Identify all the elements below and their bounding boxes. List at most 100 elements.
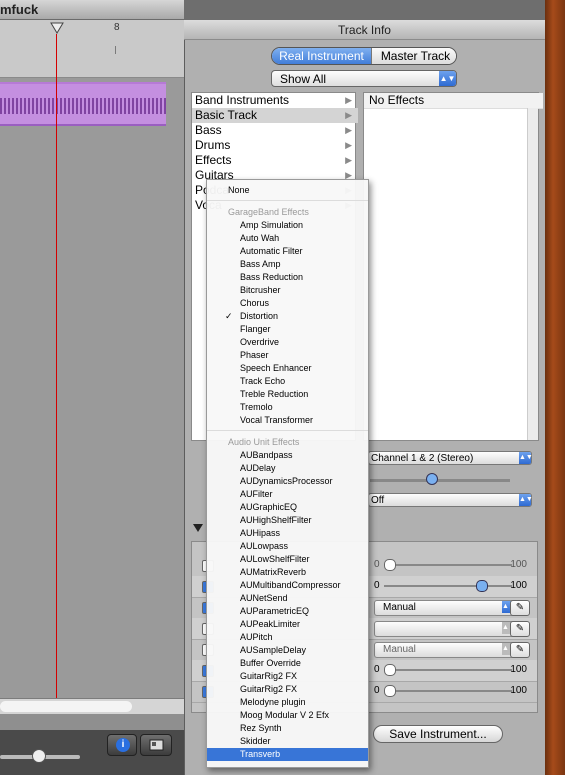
category-label: Basic Track (195, 108, 258, 122)
slider-knob[interactable] (476, 580, 489, 592)
menu-item-label: AUDelay (240, 463, 276, 473)
volume-knob[interactable] (32, 749, 46, 763)
menu-item[interactable]: Tremolo (207, 401, 368, 414)
category-item[interactable]: Effects ▶ (192, 153, 358, 168)
menu-item[interactable]: Automatic Filter (207, 245, 368, 258)
menu-item[interactable]: Buffer Override (207, 657, 368, 670)
menu-section-header: GarageBand Effects (207, 206, 368, 219)
volume-input-slider[interactable] (370, 479, 510, 482)
menu-item[interactable]: Melodyne plugin (207, 696, 368, 709)
slider-min-label: 0 (374, 685, 380, 696)
menu-item[interactable]: Flanger (207, 323, 368, 336)
menu-item[interactable]: Bass Amp (207, 258, 368, 271)
menu-item[interactable]: Bitcrusher (207, 284, 368, 297)
menu-item-label: AUSampleDelay (240, 645, 307, 655)
menu-item[interactable]: AULowpass (207, 540, 368, 553)
menu-item[interactable]: Track Echo (207, 375, 368, 388)
menu-item-label: Track Echo (240, 376, 286, 386)
scrollbar-thumb[interactable] (0, 701, 132, 712)
track-type-toggle[interactable]: Real Instrument Master Track (271, 47, 457, 65)
menu-item[interactable]: Chorus (207, 297, 368, 310)
menu-item[interactable]: Vocal Transformer (207, 414, 368, 427)
menu-item[interactable]: AUMultibandCompressor (207, 579, 368, 592)
menu-item[interactable]: Transverb (207, 748, 368, 761)
category-item[interactable]: Basic Track ▶ (192, 108, 358, 123)
panel-title: Track Info (184, 20, 545, 40)
preset-select[interactable]: Manual ▲▼ (374, 642, 516, 658)
timeline-ruler[interactable]: 8 (0, 20, 184, 78)
filter-select[interactable]: Show All ▲▼ (271, 70, 457, 87)
menu-item[interactable]: Bass Reduction (207, 271, 368, 284)
horizontal-scrollbar[interactable] (0, 698, 184, 714)
effect-slider[interactable] (384, 669, 512, 671)
preset-select[interactable]: ▲▼ (374, 621, 516, 637)
slider-knob[interactable] (384, 685, 396, 697)
category-item[interactable]: Drums ▶ (192, 138, 358, 153)
media-browser-button[interactable] (140, 734, 172, 756)
tab-master-track[interactable]: Master Track (371, 48, 456, 64)
menu-item[interactable]: AUSampleDelay (207, 644, 368, 657)
effects-popup-menu: None GarageBand Effects Amp Simulation Auto… (206, 179, 369, 768)
menu-item[interactable]: Speech Enhancer (207, 362, 368, 375)
menu-item[interactable]: Skidder (207, 735, 368, 748)
menu-item-label: Tremolo (240, 402, 273, 412)
audio-region[interactable] (0, 82, 166, 126)
menu-item-label: Distortion (240, 311, 279, 321)
menu-item[interactable]: Auto Wah (207, 232, 368, 245)
menu-item-label: AUMultibandCompressor (240, 580, 341, 590)
menu-item-none-label: None (228, 185, 250, 195)
menu-item[interactable]: Moog Modular V 2 Efx (207, 709, 368, 722)
category-item[interactable]: Band Instruments ▶ (192, 93, 358, 108)
category-item[interactable]: Bass ▶ (192, 123, 358, 138)
window-titlebar: mfuck (0, 0, 184, 20)
pencil-icon[interactable]: ✎ (510, 621, 530, 637)
menu-item[interactable]: AUPeakLimiter (207, 618, 368, 631)
menu-item[interactable]: AUDelay (207, 462, 368, 475)
input-source-value: Channel 1 & 2 (Stereo) (371, 453, 474, 464)
monitor-select[interactable]: Off ▲▼ (368, 493, 533, 507)
menu-item[interactable]: AUNetSend (207, 592, 368, 605)
track-info-button[interactable]: i (107, 734, 137, 756)
effect-slider[interactable] (384, 690, 512, 692)
menu-item-label: GuitarRig2 FX (240, 684, 298, 694)
playhead-handle-icon[interactable] (50, 22, 64, 34)
menu-item[interactable]: AULowShelfFilter (207, 553, 368, 566)
menu-item[interactable]: Overdrive (207, 336, 368, 349)
menu-item[interactable]: AUDynamicsProcessor (207, 475, 368, 488)
menu-item[interactable]: AUGraphicEQ (207, 501, 368, 514)
menu-item[interactable]: Distortion ✓ (207, 310, 368, 323)
menu-item[interactable]: AUHighShelfFilter (207, 514, 368, 527)
menu-item[interactable]: AUHipass (207, 527, 368, 540)
track-lane[interactable] (0, 78, 184, 698)
menu-item[interactable]: AUParametricEQ (207, 605, 368, 618)
pencil-icon[interactable]: ✎ (510, 642, 530, 658)
menu-section-header-label: GarageBand Effects (228, 207, 309, 217)
preset-select[interactable]: Manual ▲▼ (374, 600, 516, 616)
menu-item[interactable]: GuitarRig2 FX (207, 670, 368, 683)
volume-input-knob[interactable] (426, 473, 438, 485)
list-scrollbar[interactable] (527, 108, 538, 440)
menu-item[interactable]: AUPitch (207, 631, 368, 644)
menu-item[interactable]: Treble Reduction (207, 388, 368, 401)
instrument-list[interactable]: No Effects (363, 92, 543, 441)
slider-knob[interactable] (384, 664, 396, 676)
instrument-list-item[interactable]: No Effects (364, 93, 543, 109)
menu-item[interactable]: AUFilter (207, 488, 368, 501)
effect-slider[interactable] (384, 564, 512, 566)
menu-item[interactable]: Amp Simulation (207, 219, 368, 232)
playhead[interactable] (56, 34, 57, 698)
menu-item[interactable]: AUBandpass (207, 449, 368, 462)
menu-item-none[interactable]: None (207, 184, 368, 197)
chevron-right-icon: ▶ (345, 110, 352, 120)
menu-item[interactable]: Rez Synth (207, 722, 368, 735)
pencil-icon[interactable]: ✎ (510, 600, 530, 616)
menu-item[interactable]: AUMatrixReverb (207, 566, 368, 579)
input-source-select[interactable]: Channel 1 & 2 (Stereo) ▲▼ (368, 451, 533, 465)
menu-item[interactable]: GuitarRig2 FX (207, 683, 368, 696)
details-disclosure-icon[interactable] (193, 524, 203, 532)
menu-item[interactable]: Phaser (207, 349, 368, 362)
slider-knob[interactable] (384, 559, 396, 571)
effect-slider[interactable] (384, 585, 512, 587)
tab-real-instrument[interactable]: Real Instrument (272, 48, 371, 64)
save-instrument-button[interactable]: Save Instrument... (373, 725, 503, 743)
